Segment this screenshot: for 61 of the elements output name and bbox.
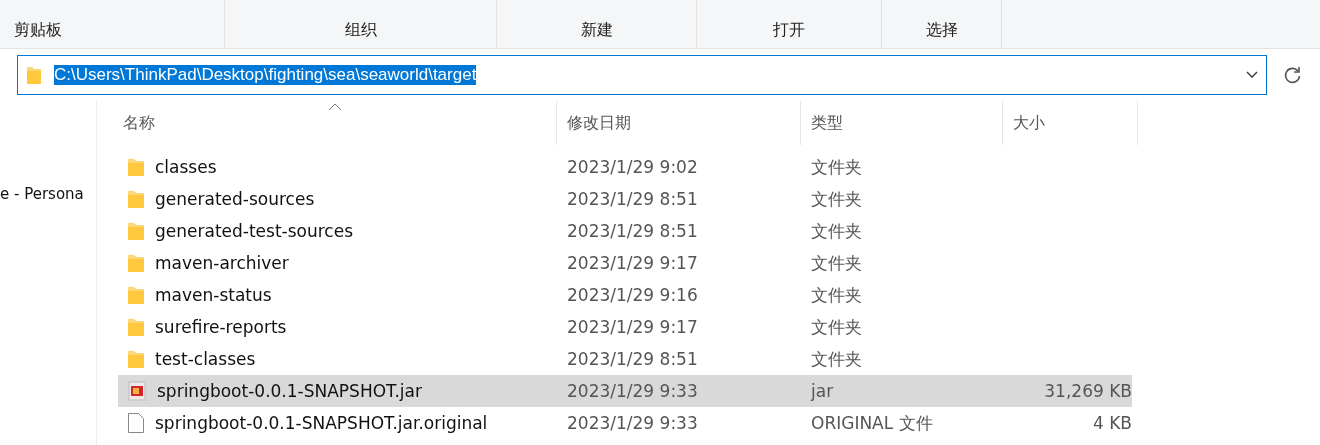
folder-icon (127, 221, 145, 241)
file-type: 文件夹 (811, 283, 862, 307)
file-type: 文件夹 (811, 187, 862, 211)
file-row[interactable]: springboot-0.0.1-SNAPSHOT.jar 2023/1/29 9:33 jar 31,269 KB (118, 375, 1132, 407)
file-type: 文件夹 (811, 219, 862, 243)
modified-date: 2023/1/29 9:02 (567, 157, 698, 177)
file-name: maven-archiver (155, 253, 289, 273)
modified-date: 2023/1/29 8:51 (567, 189, 698, 209)
file-type: 文件夹 (811, 315, 862, 339)
file-type: 文件夹 (811, 251, 862, 275)
folder-icon (127, 253, 145, 273)
file-row[interactable]: classes 2023/1/29 9:02 文件夹 (118, 151, 1132, 183)
column-header[interactable]: 修改日期 (557, 101, 801, 145)
file-row[interactable]: maven-status 2023/1/29 9:16 文件夹 (118, 279, 1132, 311)
file-row[interactable]: springboot-0.0.1-SNAPSHOT.jar.original 2023/1/29 9:33 ORIGINAL 文件 4 KB (118, 407, 1132, 439)
modified-date: 2023/1/29 8:51 (567, 221, 698, 241)
column-header[interactable]: 大小 (1003, 101, 1138, 145)
sort-caret-icon (327, 103, 342, 111)
column-header[interactable]: 类型 (801, 101, 1003, 145)
ribbon-group-label: 新建 (497, 0, 697, 48)
file-row[interactable]: generated-sources 2023/1/29 8:51 文件夹 (118, 183, 1132, 215)
file-name: classes (155, 157, 217, 177)
ribbon-group-label: 组织 (225, 0, 497, 48)
file-row[interactable]: maven-archiver 2023/1/29 9:17 文件夹 (118, 247, 1132, 279)
file-row[interactable]: test-classes 2023/1/29 8:51 文件夹 (118, 343, 1132, 375)
modified-date: 2023/1/29 9:33 (567, 381, 698, 401)
file-icon (127, 412, 145, 434)
file-type: 文件夹 (811, 155, 862, 179)
address-field[interactable]: C:\Users\ThinkPad\Desktop\fighting\sea\seaworld\target (17, 55, 1267, 95)
file-name: springboot-0.0.1-SNAPSHOT.jar.original (155, 413, 488, 433)
modified-date: 2023/1/29 9:17 (567, 317, 698, 337)
folder-icon (127, 349, 145, 369)
file-name: test-classes (155, 349, 256, 369)
file-size: 31,269 KB (1044, 381, 1132, 401)
modified-date: 2023/1/29 9:17 (567, 253, 698, 273)
ribbon-group-label: 选择 (882, 0, 1002, 48)
file-type: 文件夹 (811, 347, 862, 371)
file-type: ORIGINAL 文件 (811, 411, 933, 435)
folder-icon (127, 189, 145, 209)
file-row[interactable]: surefire-reports 2023/1/29 9:17 文件夹 (118, 311, 1132, 343)
navigation-item[interactable]: e - Persona (0, 185, 96, 203)
file-row[interactable]: generated-test-sources 2023/1/29 8:51 文件夹 (118, 215, 1132, 247)
file-name: generated-sources (155, 189, 315, 209)
folder-icon (127, 157, 145, 177)
folder-icon (127, 285, 145, 305)
file-type: jar (811, 381, 834, 401)
file-name: springboot-0.0.1-SNAPSHOT.jar (157, 381, 422, 401)
folder-icon (26, 65, 42, 85)
column-header[interactable]: 名称 (113, 101, 557, 145)
modified-date: 2023/1/29 9:33 (567, 413, 698, 433)
ribbon-group-label: 打开 (697, 0, 882, 48)
file-name: maven-status (155, 285, 272, 305)
ribbon-group-label: 剪贴板 (0, 0, 225, 48)
file-name: generated-test-sources (155, 221, 354, 241)
chevron-down-icon[interactable] (1246, 71, 1258, 79)
folder-icon (127, 317, 145, 337)
file-name: surefire-reports (155, 317, 287, 337)
jar-file-icon (127, 381, 147, 401)
file-size: 4 KB (1092, 413, 1132, 433)
modified-date: 2023/1/29 9:16 (567, 285, 698, 305)
modified-date: 2023/1/29 8:51 (567, 349, 698, 369)
